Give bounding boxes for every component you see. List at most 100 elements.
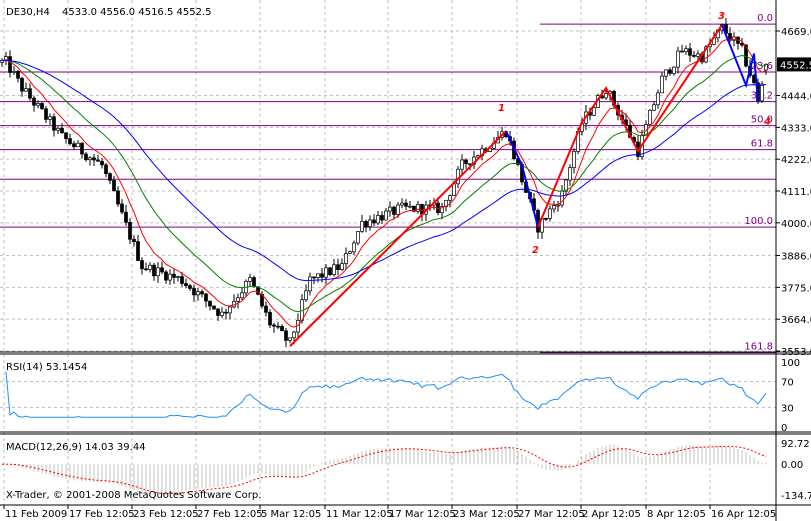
candle-bear — [20, 77, 24, 92]
candle-bear — [80, 142, 84, 155]
macd-tick-label: 0.00 — [781, 460, 803, 471]
candle-bear — [104, 164, 108, 174]
candle-bear — [164, 271, 168, 281]
candle-bear — [92, 157, 96, 161]
candle-bear — [204, 293, 208, 302]
grid — [0, 0, 776, 505]
candle-bull — [292, 331, 296, 339]
candle-bull — [304, 290, 308, 301]
candle-bull — [240, 292, 244, 299]
candle-bull — [344, 253, 348, 264]
candle-bull — [332, 264, 336, 275]
candle-bear — [320, 273, 324, 278]
candle-bear — [380, 215, 384, 221]
candle-bull — [168, 273, 172, 281]
fib-level-label: 161.8 — [744, 342, 773, 353]
candle-bull — [76, 142, 80, 148]
candle-bear — [28, 88, 32, 99]
candle-bear — [336, 264, 340, 271]
candle-bull — [24, 88, 28, 92]
candle-bull — [660, 75, 664, 94]
rsi-tick-label: 30 — [781, 404, 794, 415]
candle-bull — [236, 297, 240, 302]
candle-bear — [224, 311, 228, 314]
candles — [0, 18, 768, 348]
candle-bear — [272, 324, 276, 327]
candle-bear — [108, 173, 112, 181]
candle-bull — [452, 183, 456, 197]
price-tick-label: 4444.0 — [781, 92, 811, 103]
moving-average-45 — [1, 59, 767, 282]
price-tick-label: 3775.0 — [781, 283, 811, 294]
price-tick-label: 4000.0 — [781, 219, 811, 230]
candle-bear — [200, 291, 204, 295]
candle-bear — [116, 190, 120, 205]
candle-bear — [128, 221, 132, 240]
date-tick-label: 23 Mar 12:05 — [453, 509, 520, 520]
fib-level-label: 100.0 — [744, 216, 773, 227]
current-price-label: 4552.5 — [780, 60, 811, 71]
candle-bear — [280, 325, 284, 332]
date-tick-label: 27 Feb 12:05 — [197, 509, 263, 520]
candle-bear — [216, 308, 220, 316]
candle-bull — [288, 337, 292, 341]
candle-bull — [656, 92, 660, 106]
candle-bull — [148, 264, 152, 270]
candle-bear — [688, 48, 692, 56]
candle-bull — [652, 104, 656, 111]
candle-bear — [464, 159, 468, 165]
price-tick-label: 3886.0 — [781, 252, 811, 263]
moving-averages — [1, 38, 767, 328]
wave-label-4: 4 — [763, 116, 771, 127]
candle-bear — [372, 219, 376, 224]
candle-bull — [316, 273, 320, 279]
candle-bull — [696, 53, 700, 57]
candle-bear — [96, 159, 100, 162]
candle-bull — [56, 127, 60, 131]
candle-bear — [544, 218, 548, 220]
candle-bear — [16, 71, 20, 79]
candle-bear — [84, 153, 88, 161]
date-tick-label: 16 Apr 12:05 — [711, 509, 776, 520]
candle-bull — [12, 71, 16, 73]
candle-bear — [212, 305, 216, 310]
date-tick-label: 8 Apr 12:05 — [647, 509, 706, 520]
rsi-tick-label: 100 — [781, 358, 800, 369]
rsi-label: RSI(14) 53.1454 — [6, 362, 87, 373]
candle-bear — [668, 69, 672, 74]
candle-bull — [88, 157, 92, 161]
date-tick-label: 11 Mar 12:05 — [326, 509, 393, 520]
moving-average-8 — [1, 38, 767, 328]
moving-average-21 — [1, 54, 767, 313]
candle-bear — [680, 50, 684, 53]
candle-bull — [388, 206, 392, 212]
candle-bear — [140, 260, 144, 270]
candle-bull — [348, 251, 352, 254]
candle-bear — [188, 285, 192, 289]
chart-canvas[interactable]: 0.023.638.250.061.8100.0161.8 1234 10070… — [0, 0, 811, 521]
candle-bear — [180, 276, 184, 284]
candle-bear — [144, 268, 148, 271]
candle-bear — [692, 54, 696, 57]
candle-bull — [340, 263, 344, 271]
elliott-waves: 1 2 3 4 — [289, 11, 771, 347]
candle-bear — [264, 305, 268, 313]
ohlc-readout: 4533.0 4556.0 4516.5 4552.5 — [62, 7, 212, 18]
wave-label-1: 1 — [498, 103, 505, 114]
macd-signal-line — [1, 445, 767, 495]
candle-bear — [172, 273, 176, 278]
candle-bull — [384, 210, 388, 221]
trading-chart[interactable]: 0.023.638.250.061.8100.0161.8 1234 10070… — [0, 0, 811, 521]
candle-bull — [448, 195, 452, 201]
price-tick-label: 4333.0 — [781, 123, 811, 134]
candle-bear — [136, 241, 140, 261]
price-tick-label: 4222.0 — [781, 155, 811, 166]
candle-bull — [176, 276, 180, 279]
candle-bear — [160, 267, 164, 273]
candle-bull — [396, 204, 400, 215]
candle-bear — [68, 138, 72, 145]
candle-bull — [568, 167, 572, 181]
candle-bear — [8, 56, 12, 73]
candle-bull — [604, 93, 608, 99]
copyright: X-Trader, © 2001-2008 MetaQuotes Softwar… — [6, 490, 261, 501]
